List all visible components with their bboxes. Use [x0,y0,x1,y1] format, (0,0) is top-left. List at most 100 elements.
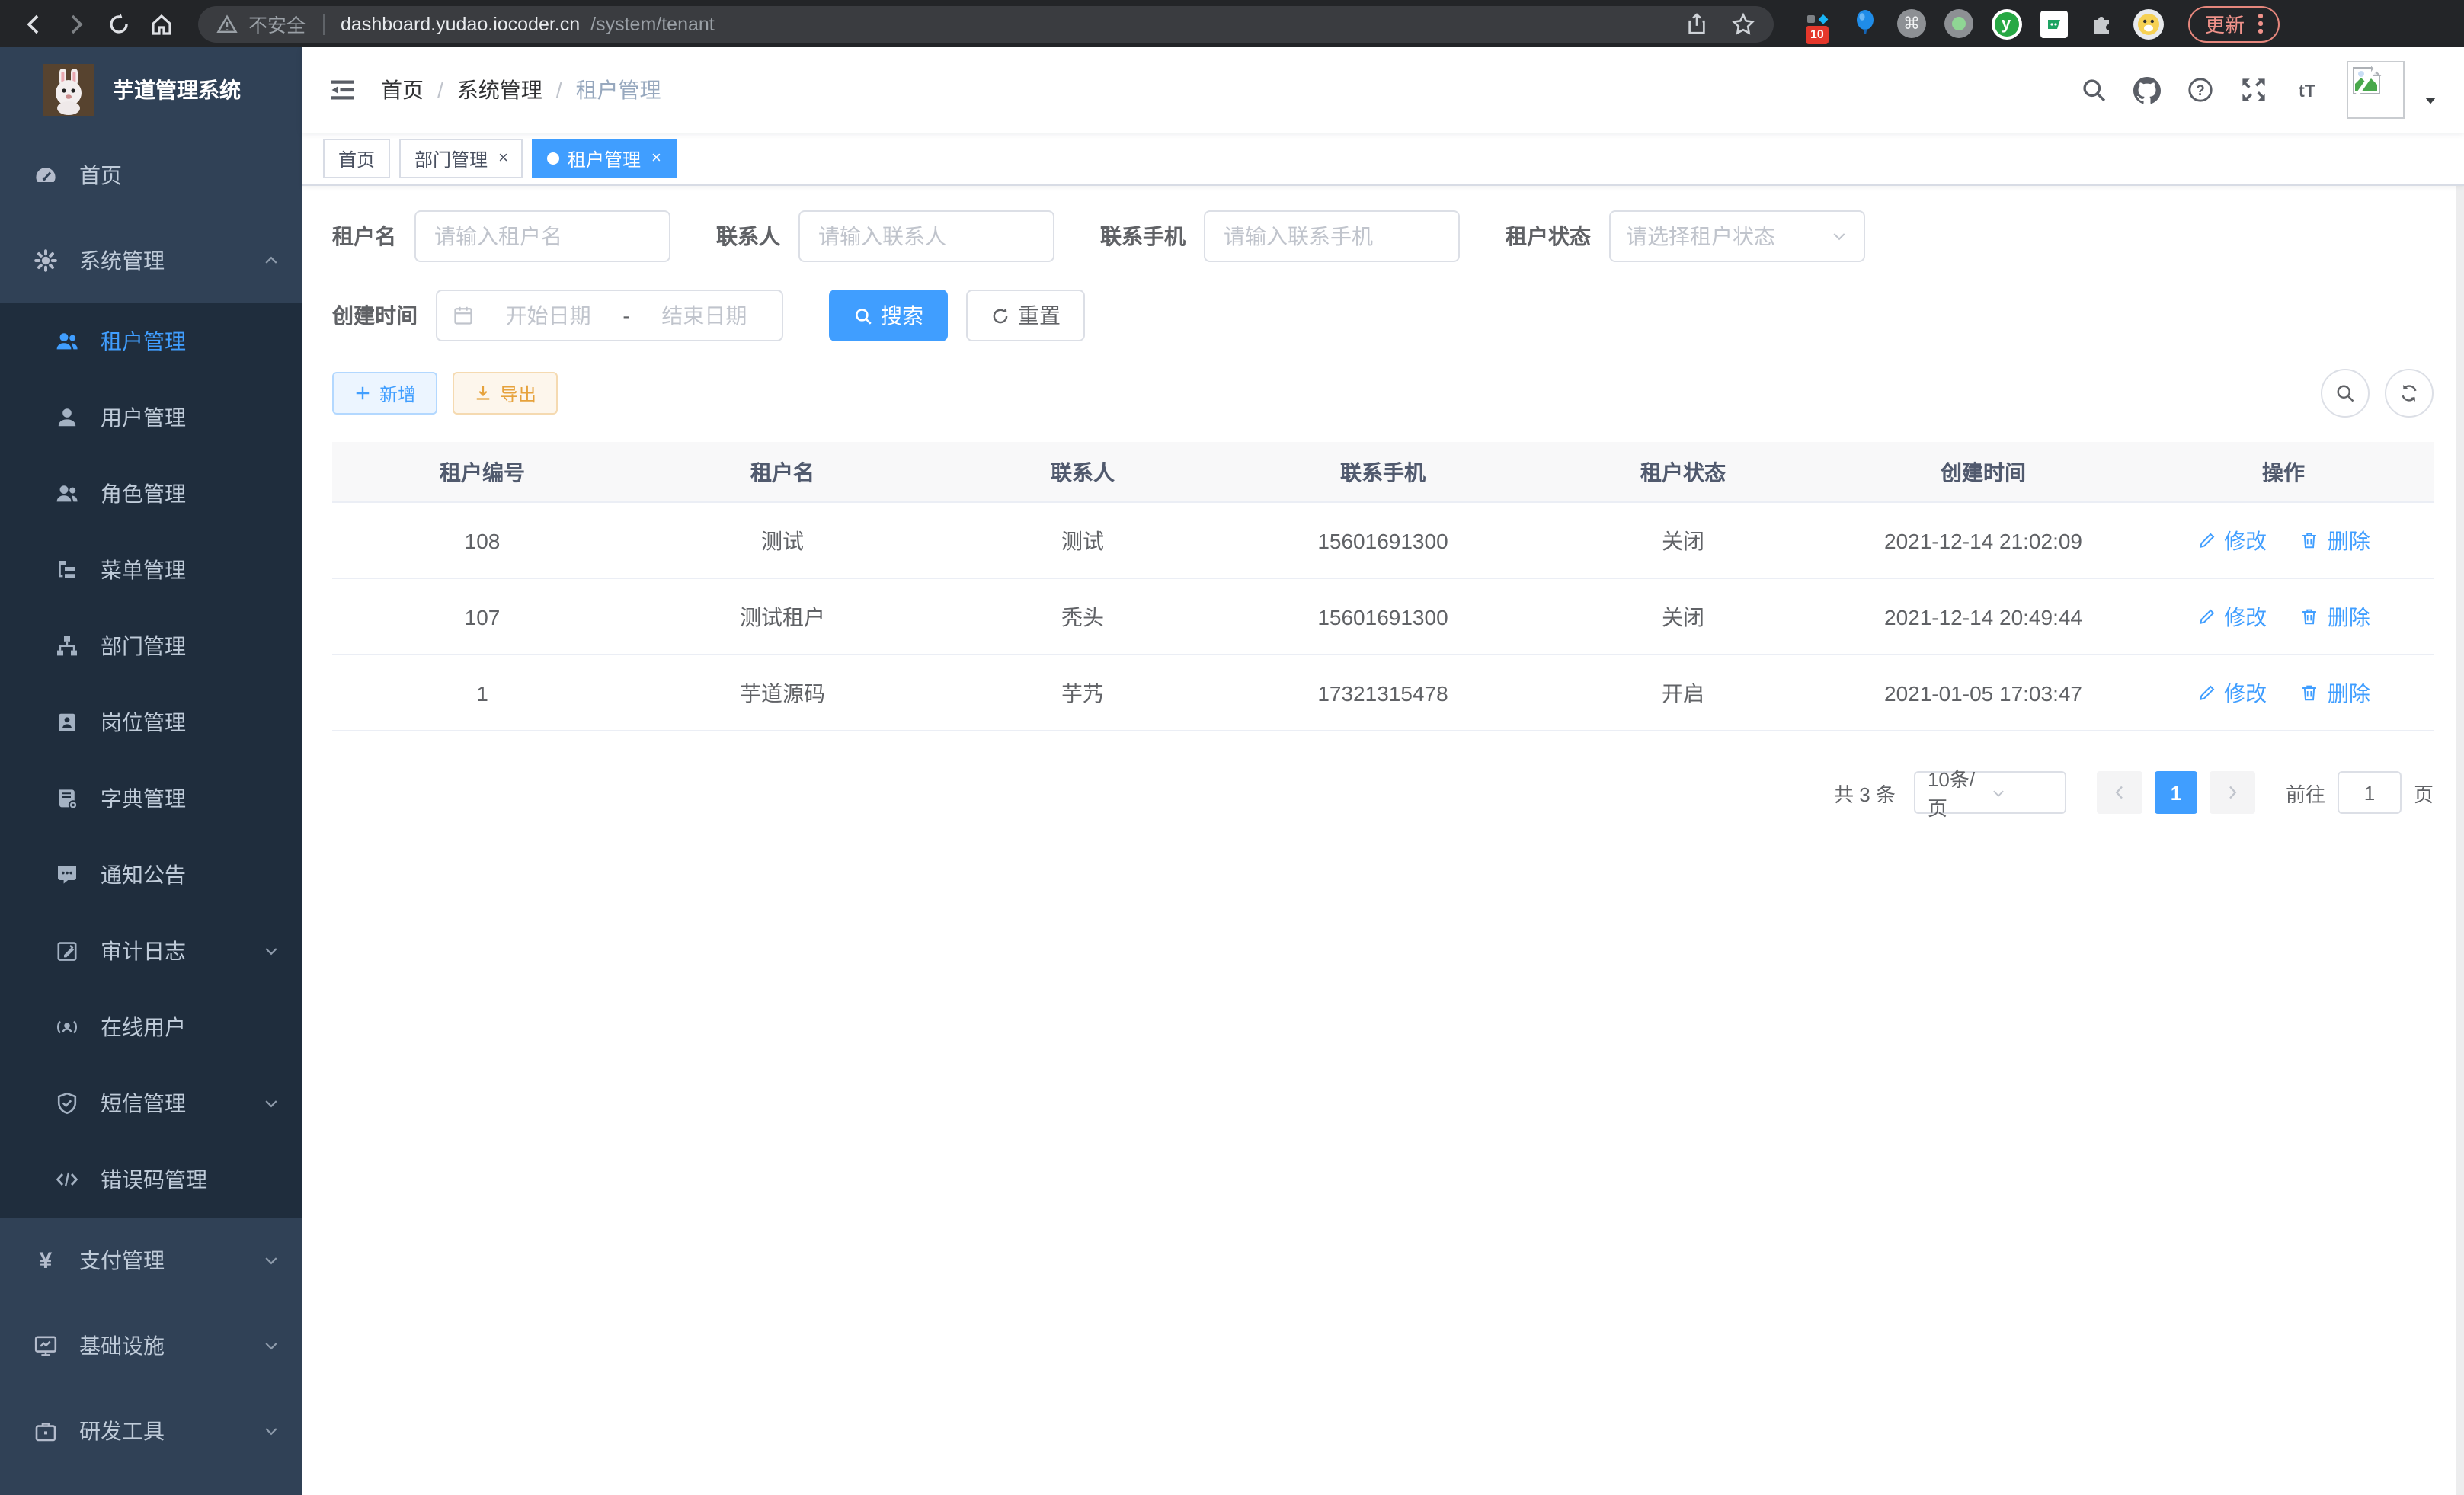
status-select[interactable]: 请选择租户状态 [1609,210,1865,262]
sidebar-item-system-management[interactable]: 系统管理 [0,218,302,303]
delete-button[interactable]: 删除 [2300,525,2370,555]
date-range-picker[interactable]: 开始日期 - 结束日期 [436,290,783,341]
sidebar-item-audit-log[interactable]: 审计日志 [0,913,302,989]
security-label[interactable]: 不安全 [248,9,306,38]
roles-icon [55,482,79,506]
tab-tenant[interactable]: 租户管理 × [533,139,677,178]
sidebar-collapse-icon[interactable] [326,73,360,107]
contact-input[interactable] [798,210,1054,262]
delete-button[interactable]: 删除 [2300,677,2370,708]
next-page-button[interactable] [2210,771,2255,814]
export-button[interactable]: 导出 [453,372,558,415]
chevron-down-icon [262,1251,280,1269]
edit-button[interactable]: 修改 [2197,525,2267,555]
export-button-label: 导出 [500,380,536,406]
search-icon[interactable] [2080,76,2107,104]
toggle-search-button[interactable] [2321,369,2370,418]
logo-image [43,64,94,116]
search-button[interactable]: 搜索 [829,290,948,341]
tab-label: 部门管理 [414,146,488,171]
edit-button[interactable]: 修改 [2197,677,2267,708]
close-icon[interactable]: × [498,149,508,168]
user-icon [55,405,79,430]
table-toolbar: 新增 导出 [332,369,2434,418]
avatar-caret-icon[interactable] [2421,91,2440,110]
extension-record-icon[interactable] [1943,8,1975,40]
extension-y-icon[interactable]: y [1990,8,2022,40]
edit-button[interactable]: 修改 [2197,601,2267,632]
browser-menu-icon[interactable] [2258,14,2262,34]
sidebar-item-label: 错误码管理 [101,1164,280,1195]
sidebar-item-menu[interactable]: 菜单管理 [0,532,302,608]
extension-balloon-icon[interactable] [1848,8,1880,40]
start-date-placeholder: 开始日期 [486,300,610,331]
sidebar-item-dept[interactable]: 部门管理 [0,608,302,684]
extension-emoji-icon[interactable] [2132,8,2164,40]
sidebar-item-payment[interactable]: ¥ 支付管理 [0,1218,302,1303]
cell-tenant-name: 测试 [632,502,933,578]
page-unit-label: 页 [2414,778,2434,807]
reload-icon[interactable] [101,5,137,42]
browser-update-button[interactable]: 更新 [2188,5,2279,42]
chevron-down-icon [1830,227,1848,245]
sidebar-item-tenant[interactable]: 租户管理 [0,303,302,379]
tab-label: 首页 [338,146,375,171]
share-icon[interactable] [1685,12,1708,35]
font-size-icon[interactable]: tT [2293,76,2321,104]
breadcrumb-system[interactable]: 系统管理 [457,75,542,105]
help-icon[interactable]: ? [2187,76,2214,104]
sidebar-item-online-user[interactable]: 在线用户 [0,989,302,1065]
app-logo[interactable]: 芋道管理系统 [0,47,302,133]
github-icon[interactable] [2133,76,2161,104]
page-number-current[interactable]: 1 [2155,771,2197,814]
sidebar-item-user[interactable]: 用户管理 [0,379,302,456]
goto-page-input[interactable] [2338,771,2402,814]
sidebar-item-error-code[interactable]: 错误码管理 [0,1141,302,1218]
close-icon[interactable]: × [651,149,661,168]
tab-home[interactable]: 首页 [323,139,390,178]
breadcrumb-home[interactable]: 首页 [381,75,424,105]
delete-label: 删除 [2328,525,2370,555]
trash-icon [2300,530,2322,551]
extension-puzzle-icon[interactable] [2085,8,2117,40]
reset-button[interactable]: 重置 [966,290,1085,341]
avatar[interactable] [2347,61,2405,119]
forward-icon[interactable] [58,5,94,42]
cell-status: 开启 [1533,655,1833,731]
cell-mobile: 15601691300 [1233,502,1533,578]
sidebar-item-notice[interactable]: 通知公告 [0,837,302,913]
page-size-select[interactable]: 10条/页 [1914,771,2066,814]
extension-command-icon[interactable]: ⌘ [1896,8,1928,40]
tenant-name-input[interactable] [414,210,670,262]
home-icon[interactable] [143,5,180,42]
add-button[interactable]: 新增 [332,372,437,415]
prev-page-button[interactable] [2097,771,2142,814]
sidebar-item-dict[interactable]: 字典管理 [0,760,302,837]
chevron-left-icon [2110,783,2129,802]
sidebar-item-post[interactable]: 岗位管理 [0,684,302,760]
pagination: 共 3 条 10条/页 1 前往 页 [332,771,2434,814]
delete-button[interactable]: 删除 [2300,601,2370,632]
tab-dept[interactable]: 部门管理 × [399,139,523,178]
refresh-icon [990,306,1010,325]
sidebar-item-role[interactable]: 角色管理 [0,456,302,532]
address-bar[interactable]: 不安全 dashboard.yudao.iocoder.cn/system/te… [198,5,1774,42]
refresh-table-button[interactable] [2385,369,2434,418]
fullscreen-icon[interactable] [2240,76,2267,104]
refresh-icon [2398,383,2420,404]
extension-pinned-icon[interactable]: 10 [1801,8,1833,40]
sidebar-item-sms[interactable]: 短信管理 [0,1065,302,1141]
tags-view-bar: 首页 部门管理 × 租户管理 × [302,133,2464,186]
browser-scrollbar[interactable] [2456,47,2464,1495]
back-icon[interactable] [15,5,52,42]
delete-label: 删除 [2328,677,2370,708]
sidebar-item-infrastructure[interactable]: 基础设施 [0,1303,302,1388]
screen: 不安全 dashboard.yudao.iocoder.cn/system/te… [0,0,2464,1495]
sidebar-item-devtools[interactable]: 研发工具 [0,1388,302,1474]
mobile-input[interactable] [1204,210,1460,262]
sidebar-item-home[interactable]: 首页 [0,133,302,218]
update-label: 更新 [2205,9,2245,38]
bookmark-star-icon[interactable] [1731,11,1755,36]
sidebar-item-label: 用户管理 [101,402,280,433]
extension-chat-icon[interactable] [2037,8,2069,40]
